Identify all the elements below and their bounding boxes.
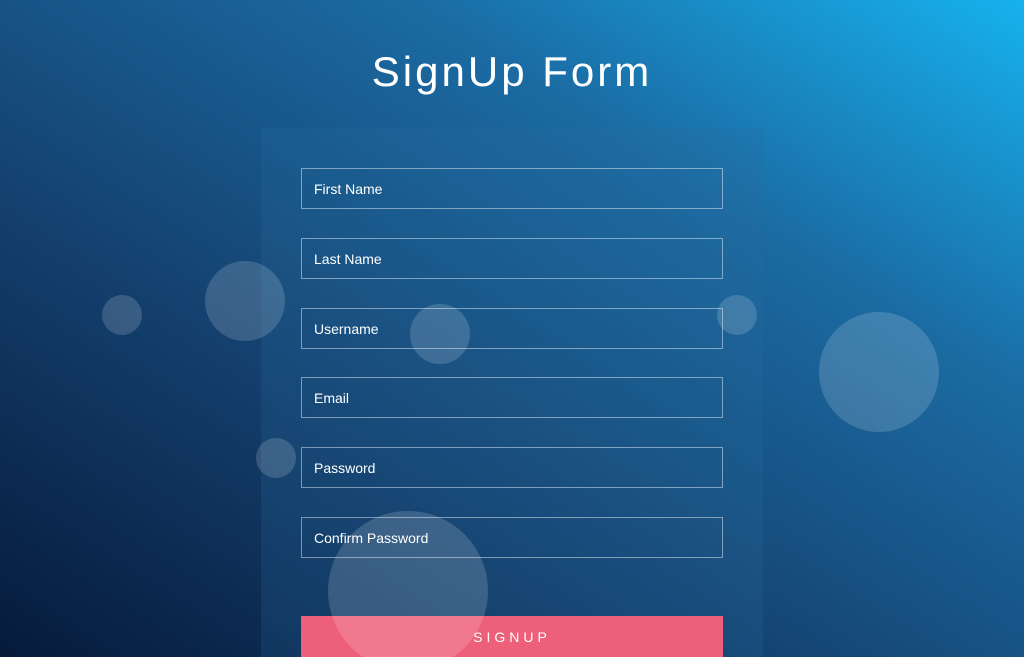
last-name-input[interactable]	[301, 238, 723, 279]
decorative-bubble	[819, 312, 939, 432]
signup-button[interactable]: SIGNUP	[301, 616, 723, 657]
email-input[interactable]	[301, 377, 723, 418]
password-input[interactable]	[301, 447, 723, 488]
username-input[interactable]	[301, 308, 723, 349]
confirm-password-input[interactable]	[301, 517, 723, 558]
first-name-input[interactable]	[301, 168, 723, 209]
page-title: SignUp Form	[371, 48, 653, 95]
decorative-bubble	[102, 295, 142, 335]
